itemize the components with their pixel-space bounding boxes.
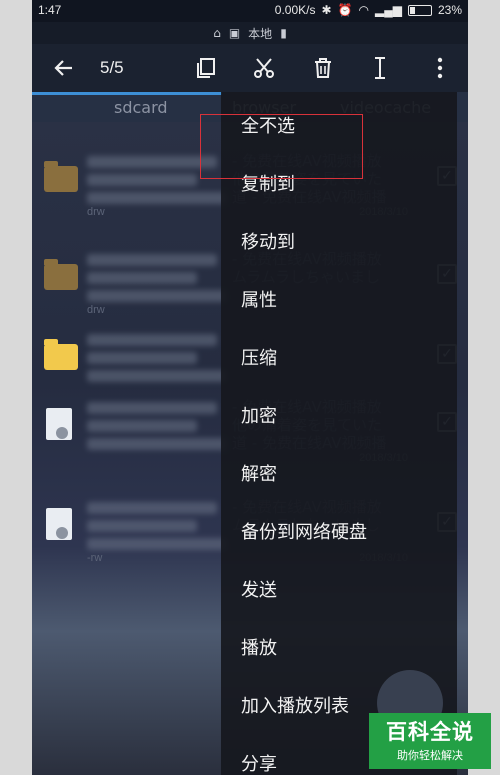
status-bar: 1:47 0.00K/s ✱ ⏰ ◠ ▂▄▆ 23% [32, 0, 468, 22]
watermark-logo: 百科全说 助你轻松解决 [369, 713, 491, 769]
path-location[interactable]: 本地 [248, 25, 272, 42]
storage-icon: ▣ [228, 26, 241, 40]
blurred-filename [87, 334, 217, 346]
tab-sdcard[interactable]: sdcard [114, 98, 168, 117]
menu-item[interactable]: 加入播放列表 [241, 692, 349, 718]
menu-item[interactable]: 解密 [241, 460, 277, 486]
battery-icon [407, 4, 432, 16]
blurred-filename [87, 192, 227, 204]
cut-scissors-icon[interactable] [250, 54, 278, 82]
menu-item[interactable]: 属性 [241, 286, 277, 312]
file-icon [46, 508, 72, 540]
folder-icon [44, 161, 78, 192]
blurred-filename [87, 502, 217, 514]
blurred-filename [87, 352, 197, 364]
menu-item[interactable]: 加密 [241, 402, 277, 428]
network-speed: 0.00K/s [274, 3, 316, 17]
highlight-box [200, 114, 363, 179]
file-badge-icon [56, 427, 68, 439]
status-time: 1:47 [38, 3, 62, 17]
menu-item[interactable]: 分享 [241, 750, 277, 775]
blurred-filename [87, 420, 197, 432]
file-badge-icon [56, 527, 68, 539]
menu-item[interactable]: 播放 [241, 634, 277, 660]
blurred-filename [87, 174, 197, 186]
watermark-title: 百科全说 [386, 720, 474, 744]
folder-icon [44, 339, 78, 370]
copy-icon[interactable] [192, 54, 220, 82]
blurred-filename [87, 520, 197, 532]
phone-screen: 1:47 0.00K/s ✱ ⏰ ◠ ▂▄▆ 23% ⌂ ▣ 本地 ▮ 5/5 [32, 0, 468, 775]
alarm-icon: ⏰ [337, 3, 353, 17]
file-icon [46, 408, 72, 440]
menu-item[interactable]: 压缩 [241, 344, 277, 370]
file-permissions: drw [87, 304, 105, 316]
wifi-icon: ◠ [358, 3, 369, 17]
home-icon[interactable]: ⌂ [213, 26, 221, 40]
delete-trash-icon[interactable] [309, 54, 337, 82]
rename-text-cursor-icon[interactable] [366, 54, 394, 82]
active-tab-indicator [32, 92, 222, 95]
blurred-filename [87, 538, 227, 550]
blurred-filename [87, 370, 227, 382]
menu-item[interactable]: 移动到 [241, 228, 295, 254]
bluetooth-icon: ✱ [321, 3, 332, 17]
folder-icon [44, 259, 78, 290]
action-toolbar: 5/5 [32, 44, 468, 92]
menu-item[interactable]: 发送 [241, 576, 277, 602]
blurred-filename [87, 290, 227, 302]
sd-card-icon: ▮ [280, 26, 287, 40]
more-options-icon[interactable] [426, 54, 454, 82]
file-permissions: -rw [87, 552, 103, 564]
blurred-filename [87, 254, 217, 266]
battery-percent: 23% [437, 3, 462, 17]
back-arrow-icon[interactable] [50, 54, 78, 82]
blurred-filename [87, 438, 227, 450]
signal-icon: ▂▄▆ [375, 3, 402, 17]
file-permissions: drw [87, 206, 105, 218]
blurred-filename [87, 272, 197, 284]
status-icons: 0.00K/s ✱ ⏰ ◠ ▂▄▆ 23% [275, 3, 462, 17]
blurred-filename [87, 156, 217, 168]
watermark-subtitle: 助你轻松解决 [397, 749, 463, 762]
selection-counter: 5/5 [100, 58, 124, 77]
blurred-filename [87, 402, 217, 414]
path-bar: ⌂ ▣ 本地 ▮ [32, 22, 468, 44]
battery-fill [409, 6, 415, 14]
menu-item[interactable]: 备份到网络硬盘 [241, 518, 367, 544]
